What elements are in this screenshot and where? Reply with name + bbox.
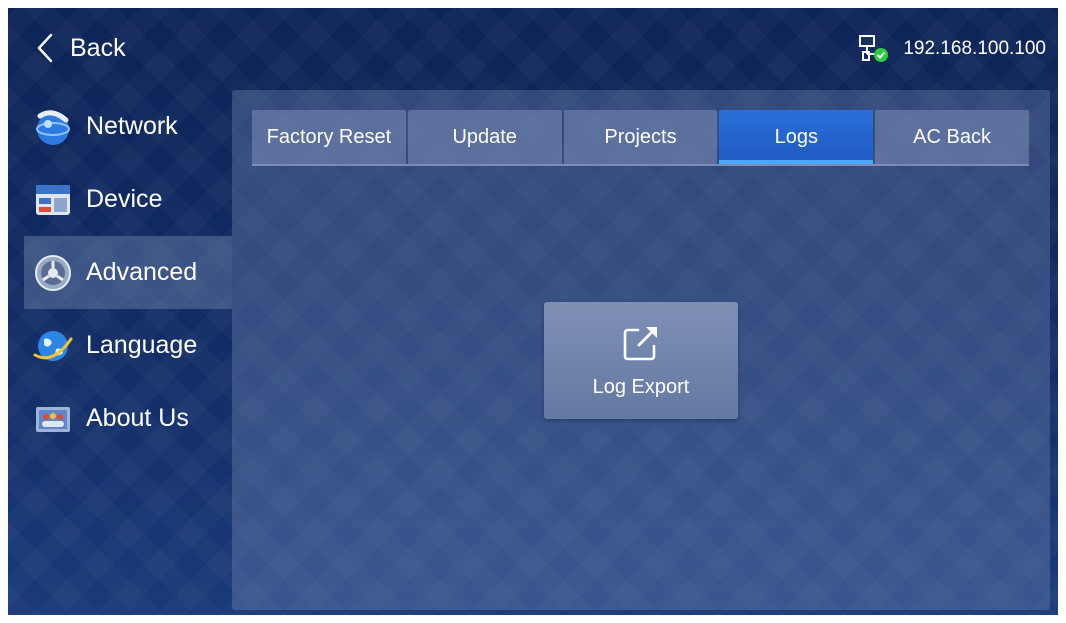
sidebar: Network Device Advanced Language About U… xyxy=(24,90,232,455)
sidebar-item-device[interactable]: Device xyxy=(24,163,232,236)
sidebar-item-label: Advanced xyxy=(86,258,198,286)
chevron-left-icon xyxy=(37,33,53,63)
tab-ac-back[interactable]: AC Back xyxy=(875,110,1029,164)
sidebar-item-label: Device xyxy=(86,185,163,213)
advanced-gear-icon xyxy=(35,254,71,291)
sidebar-item-label: About Us xyxy=(86,404,189,432)
log-export-label: Log Export xyxy=(592,376,690,398)
sidebar-item-network[interactable]: Network xyxy=(24,90,232,163)
log-export-button[interactable]: Log Export xyxy=(544,302,738,419)
tab-update[interactable]: Update xyxy=(407,110,562,164)
tab-projects[interactable]: Projects xyxy=(563,110,718,164)
screen: Back 192.168.100.100 Network Device Adva… xyxy=(8,8,1058,615)
language-globe-icon xyxy=(33,330,73,361)
tab-factory-reset[interactable]: Factory Reset xyxy=(252,110,406,164)
sidebar-item-advanced[interactable]: Advanced xyxy=(24,236,232,309)
back-label: Back xyxy=(70,33,126,62)
sidebar-item-language[interactable]: Language xyxy=(24,309,232,382)
sidebar-item-about-us[interactable]: About Us xyxy=(24,382,232,455)
tab-logs[interactable]: Logs xyxy=(719,110,874,164)
device-icon xyxy=(36,184,70,215)
export-icon xyxy=(623,327,657,361)
content-panel: Factory Reset Update Projects Logs AC Ba… xyxy=(232,90,1050,610)
about-us-icon xyxy=(36,406,70,432)
tab-bar: Factory Reset Update Projects Logs AC Ba… xyxy=(252,110,1029,166)
network-status: 192.168.100.100 xyxy=(857,34,1046,64)
back-button[interactable]: Back xyxy=(36,30,126,66)
network-globe-icon xyxy=(36,109,70,145)
network-connected-icon xyxy=(859,35,889,62)
sidebar-item-label: Language xyxy=(86,331,198,359)
sidebar-item-label: Network xyxy=(86,112,178,140)
ip-address: 192.168.100.100 xyxy=(903,38,1046,59)
